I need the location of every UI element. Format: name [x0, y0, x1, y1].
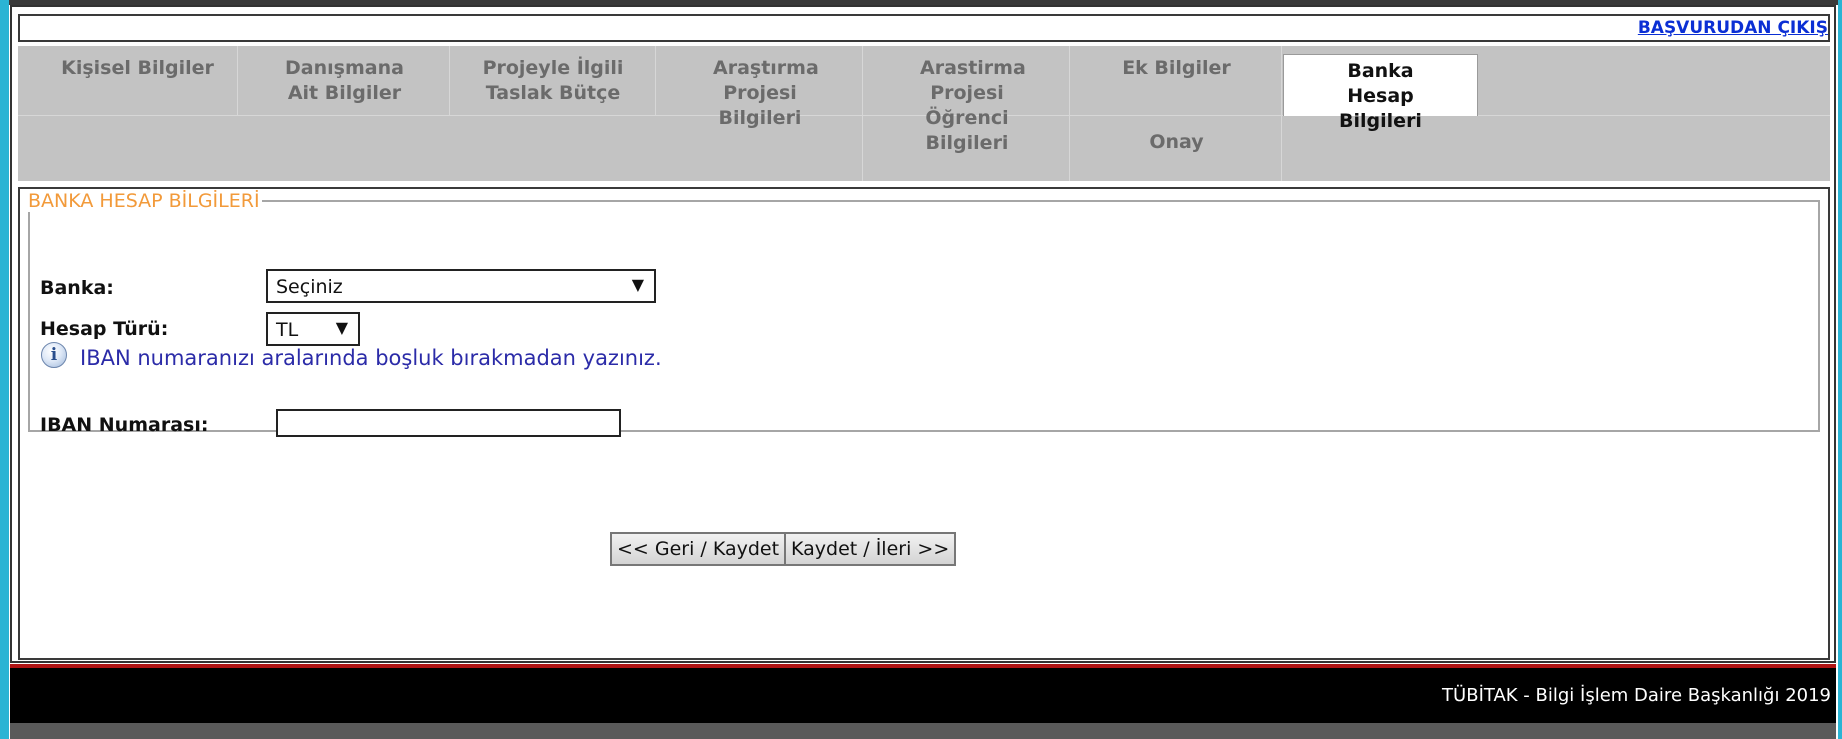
tab-ogrenci-bilgileri[interactable]: Arastirma Projesi Öğrenci Bilgileri: [865, 46, 1070, 181]
tab-onay[interactable]: Onay: [1072, 116, 1282, 181]
account-type-value: TL: [276, 319, 299, 341]
tab-label: Danışmana Ait Bilgiler: [285, 57, 404, 104]
iban-label: IBAN Numarası:: [40, 414, 209, 436]
header-bar: BAŞVURUDAN ÇIKIŞ: [18, 14, 1830, 42]
right-accent-bar: [1838, 0, 1842, 739]
footer-copyright: TÜBİTAK - Bilgi İşlem Daire Başkanlığı 2…: [1442, 685, 1831, 706]
tab-kisisel-bilgiler[interactable]: Kişisel Bilgiler: [38, 46, 238, 115]
account-type-label: Hesap Türü:: [40, 318, 169, 340]
tab-banka-hesap-bilgileri[interactable]: Banka Hesap Bilgileri: [1283, 54, 1478, 132]
info-icon: i: [41, 342, 67, 368]
chevron-down-icon: ▼: [631, 275, 644, 294]
chevron-down-icon: ▼: [335, 318, 348, 337]
exit-application-link[interactable]: BAŞVURUDAN ÇIKIŞ: [1638, 18, 1828, 38]
back-save-button[interactable]: << Geri / Kaydet: [610, 532, 787, 566]
bank-label: Banka:: [40, 277, 114, 299]
tab-label: Projeyle İlgili Taslak Bütçe: [482, 57, 624, 104]
bank-account-fieldset: BANKA HESAP BİLGİLERİ Banka: Seçiniz ▼ H…: [26, 190, 1820, 437]
bottom-strip: [10, 723, 1836, 739]
tab-arastirma-projesi-bilgileri[interactable]: Araştırma Projesi Bilgileri: [658, 46, 863, 181]
application-frame: BAŞVURUDAN ÇIKIŞ Kişisel Bilgiler Danışm…: [10, 5, 1836, 663]
left-accent-bar: [0, 0, 9, 739]
bank-select-value: Seçiniz: [276, 276, 343, 298]
tab-label: Ek Bilgiler: [1122, 57, 1231, 79]
tab-label: Banka Hesap Bilgileri: [1339, 60, 1422, 132]
footer-bar: TÜBİTAK - Bilgi İşlem Daire Başkanlığı 2…: [10, 668, 1836, 723]
tab-label: Kişisel Bilgiler: [61, 57, 214, 79]
iban-input[interactable]: [276, 409, 621, 437]
tab-label: Arastirma Projesi Öğrenci Bilgileri: [920, 57, 1026, 154]
fieldset-legend: BANKA HESAP BİLGİLERİ: [26, 190, 262, 212]
save-next-button[interactable]: Kaydet / İleri >>: [784, 532, 957, 566]
bank-select[interactable]: Seçiniz ▼: [266, 269, 656, 303]
iban-info-text: IBAN numaranızı aralarında boşluk bırakm…: [80, 346, 662, 370]
tab-bar: Kişisel Bilgiler Danışmana Ait Bilgiler …: [18, 46, 1830, 181]
tab-taslak-butce[interactable]: Projeyle İlgili Taslak Bütçe: [451, 46, 656, 115]
tab-ek-bilgiler[interactable]: Ek Bilgiler: [1072, 46, 1282, 115]
tab-danismana-ait-bilgiler[interactable]: Danışmana Ait Bilgiler: [240, 46, 450, 115]
tab-label: Onay: [1149, 131, 1204, 153]
account-type-select[interactable]: TL ▼: [266, 312, 360, 346]
tab-label: Araştırma Projesi Bilgileri: [713, 57, 819, 129]
content-panel: BANKA HESAP BİLGİLERİ Banka: Seçiniz ▼ H…: [18, 187, 1830, 660]
